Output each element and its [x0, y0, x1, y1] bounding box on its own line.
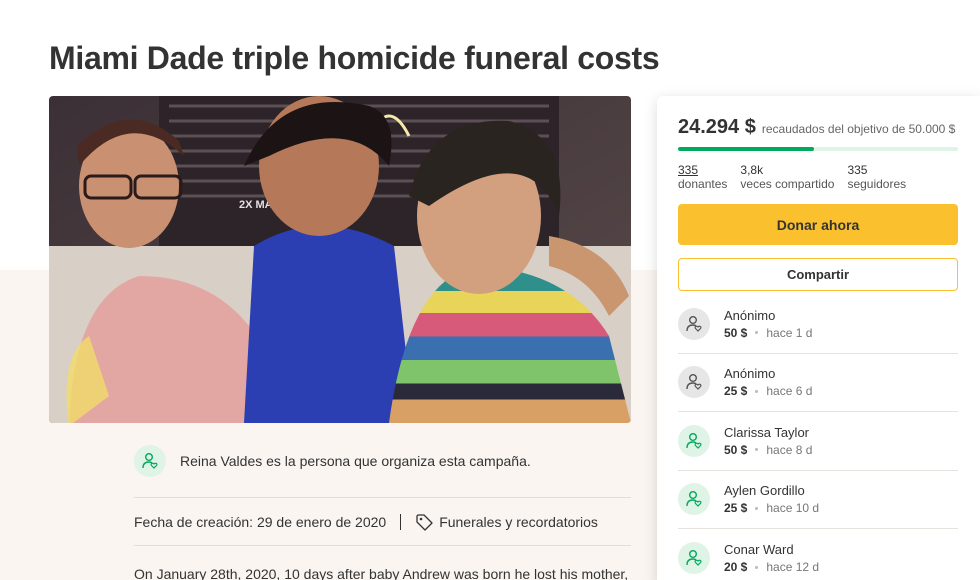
- donor-item: Conar Ward 20 $ hace 12 d: [678, 529, 958, 580]
- stat-shares: 3,8k veces compartido: [740, 163, 834, 191]
- donor-avatar: [678, 307, 710, 340]
- page-title: Miami Dade triple homicide funeral costs: [49, 40, 660, 76]
- donor-name: Anónimo: [724, 307, 776, 323]
- user-heart-icon: [686, 432, 702, 449]
- donor-name: Anónimo: [724, 366, 776, 382]
- donor-meta: 50 $ hace 1 d: [724, 326, 812, 340]
- donor-time: hace 6 d: [766, 384, 813, 399]
- donor-avatar: [678, 366, 710, 399]
- category-label: Funerales y recordatorios: [439, 514, 598, 530]
- created-date: Fecha de creación: 29 de enero de 2020: [134, 514, 387, 530]
- donor-info: Clarissa Taylor 50 $ hace 8 d: [724, 425, 812, 457]
- donor-amount: 50 $: [724, 442, 748, 457]
- donor-item: Aylen Gordillo 25 $ hace 10 d: [678, 471, 958, 529]
- donor-item: Clarissa Taylor 50 $ hace 8 d: [678, 412, 958, 471]
- campaign-photo-image: 2X MA: [49, 96, 631, 423]
- raised-amount: 24.294 $: [678, 116, 756, 138]
- donor-meta: 25 $ hace 6 d: [724, 384, 812, 398]
- organizer-row: Reina Valdes es la persona que organiza …: [134, 444, 531, 478]
- donation-card: 24.294 $ recaudados del objetivo de 50.0…: [657, 96, 980, 580]
- raised-summary: 24.294 $ recaudados del objetivo de 50.0…: [678, 116, 955, 139]
- donor-avatar: [678, 542, 710, 575]
- divider: [134, 545, 631, 546]
- stat-donors-label: donantes: [678, 177, 728, 191]
- donor-meta: 50 $ hace 8 d: [724, 443, 812, 457]
- donor-name: Clarissa Taylor: [724, 424, 810, 440]
- donor-meta: 20 $ hace 12 d: [724, 560, 819, 574]
- user-heart-icon: [686, 315, 702, 332]
- donor-list: Anónimo 50 $ hace 1 d Anónimo 25 $ hace …: [678, 295, 958, 580]
- separator-dot: [755, 331, 759, 335]
- donor-amount: 25 $: [724, 384, 748, 399]
- donor-name: Aylen Gordillo: [724, 483, 805, 499]
- share-button[interactable]: Compartir: [678, 258, 958, 291]
- progress-bar-fill: [678, 147, 815, 151]
- meta-separator: [400, 514, 402, 530]
- donor-item: Anónimo 25 $ hace 6 d: [678, 354, 958, 412]
- donor-time: hace 10 d: [766, 501, 820, 516]
- user-heart-icon: [686, 374, 702, 391]
- separator-dot: [755, 506, 759, 510]
- campaign-story: On January 28th, 2020, 10 days after bab…: [134, 566, 629, 580]
- separator-dot: [755, 565, 759, 569]
- donor-meta: 25 $ hace 10 d: [724, 501, 819, 515]
- divider: [134, 497, 631, 498]
- separator-dot: [755, 389, 759, 393]
- donor-time: hace 12 d: [766, 560, 820, 575]
- user-heart-icon: [686, 550, 702, 567]
- donor-info: Aylen Gordillo 25 $ hace 10 d: [724, 483, 819, 515]
- progress-bar: [678, 147, 958, 151]
- stat-followers-number: 335: [847, 163, 868, 177]
- donate-button[interactable]: Donar ahora: [678, 204, 958, 245]
- tag-icon: [416, 514, 433, 531]
- campaign-photo[interactable]: 2X MA: [49, 96, 631, 423]
- category-tag[interactable]: Funerales y recordatorios: [415, 513, 598, 531]
- donor-name: Conar Ward: [724, 542, 794, 558]
- donor-amount: 50 $: [724, 325, 748, 340]
- donor-time: hace 1 d: [766, 325, 813, 340]
- stat-donors[interactable]: 335 donantes: [678, 163, 727, 191]
- organizer-text: Reina Valdes es la persona que organiza …: [180, 453, 531, 469]
- stat-shares-label: veces compartido: [740, 177, 835, 191]
- stat-followers: 335 seguidores: [847, 163, 906, 191]
- stats-row: 335 donantes 3,8k veces compartido 335 s…: [678, 163, 906, 191]
- donor-info: Anónimo 50 $ hace 1 d: [724, 308, 812, 340]
- stat-donors-number[interactable]: 335: [678, 163, 727, 177]
- donor-avatar: [678, 424, 710, 457]
- donor-info: Anónimo 25 $ hace 6 d: [724, 366, 812, 398]
- donor-info: Conar Ward 20 $ hace 12 d: [724, 542, 819, 574]
- separator-dot: [755, 448, 759, 452]
- stat-shares-number: 3,8k: [740, 163, 764, 177]
- donor-time: hace 8 d: [766, 442, 813, 457]
- donor-item: Anónimo 50 $ hace 1 d: [678, 295, 958, 354]
- user-heart-icon: [142, 453, 158, 469]
- raised-goal: recaudados del objetivo de 50.000 $: [761, 122, 956, 136]
- campaign-meta: Fecha de creación: 29 de enero de 2020 F…: [134, 511, 598, 533]
- stat-followers-label: seguidores: [847, 177, 907, 191]
- donor-avatar: [678, 483, 710, 516]
- donor-amount: 25 $: [724, 501, 748, 516]
- user-heart-icon: [686, 491, 702, 508]
- organizer-avatar: [134, 445, 166, 477]
- donor-amount: 20 $: [724, 560, 748, 575]
